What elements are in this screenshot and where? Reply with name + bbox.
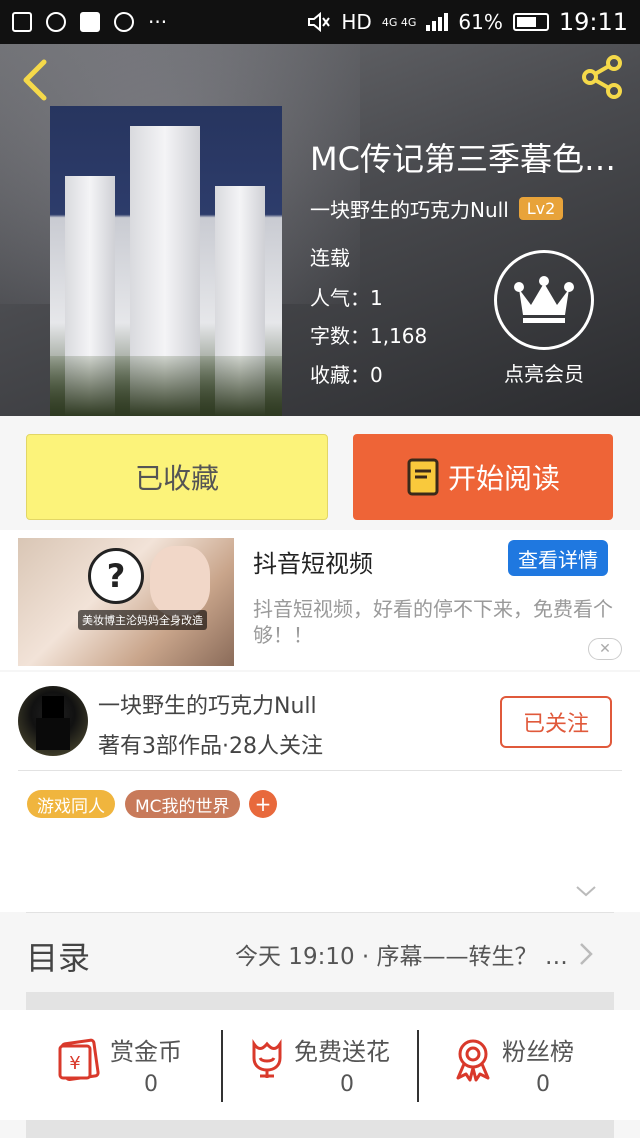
book-header: MC传记第三季暮色之… 一块野生的巧克力Null Lv2 连载 人气：1 字数：… xyxy=(0,44,640,416)
app-notification-icon xyxy=(80,12,100,32)
back-icon[interactable] xyxy=(18,58,54,102)
tag-game-fanfic[interactable]: 游戏同人 xyxy=(27,790,115,818)
more-notifications-icon: ··· xyxy=(148,10,168,34)
book-title: MC传记第三季暮色之… xyxy=(310,140,635,178)
word-count-row: 字数：1,168 xyxy=(310,324,428,348)
coin-envelope-icon: ¥ xyxy=(58,1038,100,1082)
flower-icon xyxy=(252,1039,282,1078)
clock: 19:11 xyxy=(558,8,628,36)
reward-coin-label: 赏金币 xyxy=(110,1038,182,1066)
tags-section: 游戏同人 MC我的世界 + xyxy=(0,772,640,912)
author-card[interactable]: 一块野生的巧克力Null 著有3部作品·28人关注 已关注 xyxy=(0,672,640,772)
collected-button[interactable]: 已收藏 xyxy=(26,434,328,520)
follow-button[interactable]: 已关注 xyxy=(500,696,612,748)
free-flower-count: 0 xyxy=(340,1072,354,1097)
ad-image[interactable]: ? 美妆博主沦妈妈全身改造 xyxy=(18,538,234,666)
status-bar: ··· HD 4G 4G 61% 19:11 xyxy=(0,0,640,44)
ad-detail-button[interactable]: 查看详情 xyxy=(508,540,608,576)
book-cover[interactable] xyxy=(50,106,282,416)
book-icon xyxy=(407,458,439,496)
vip-label: 点亮会员 xyxy=(504,362,584,386)
ad-description: 抖音短视频，好看的停不下来，免费看个够！！ xyxy=(253,597,613,647)
question-icon: ? xyxy=(88,548,144,604)
divider xyxy=(221,1030,223,1102)
share-icon[interactable] xyxy=(580,54,626,100)
free-flower-button[interactable]: 免费送花 0 xyxy=(244,1028,404,1108)
free-flower-label: 免费送花 xyxy=(294,1038,390,1066)
author-name: 一块野生的巧克力Null xyxy=(98,694,317,719)
level-badge: Lv2 xyxy=(518,197,564,220)
book-author[interactable]: 一块野生的巧克力Null xyxy=(310,194,509,223)
toc-label: 目录 xyxy=(26,939,91,977)
chevron-right-icon xyxy=(580,943,593,965)
globe-icon xyxy=(114,12,134,32)
table-of-contents-row[interactable]: 目录 今天 19:10 · 序幕——转生？ … xyxy=(0,913,640,991)
divider xyxy=(18,770,622,771)
network-type: 4G 4G xyxy=(381,15,417,29)
ad-close-icon[interactable]: ✕ xyxy=(588,638,622,660)
start-reading-button[interactable]: 开始阅读 xyxy=(353,434,613,520)
avatar[interactable] xyxy=(18,686,88,756)
image-notification-icon xyxy=(12,12,32,32)
fan-ranking-count: 0 xyxy=(536,1072,550,1097)
add-tag-button[interactable]: + xyxy=(249,790,277,818)
favorites-row: 收藏：0 xyxy=(310,363,383,387)
ad-image-caption: 美妆博主沦妈妈全身改造 xyxy=(78,610,207,630)
start-reading-label: 开始阅读 xyxy=(447,462,560,495)
author-stats: 著有3部作品·28人关注 xyxy=(98,734,323,759)
vip-button[interactable]: 点亮会员 xyxy=(492,250,596,387)
medal-icon xyxy=(456,1039,490,1082)
network-label: HD xyxy=(341,10,372,34)
tag-minecraft[interactable]: MC我的世界 xyxy=(125,790,240,818)
popularity-row: 人气：1 xyxy=(310,286,383,310)
ad-banner[interactable]: ? 美妆博主沦妈妈全身改造 抖音短视频 查看详情 抖音短视频，好看的停不下来，免… xyxy=(0,530,640,670)
fan-ranking-button[interactable]: 粉丝榜 0 xyxy=(450,1028,590,1108)
chevron-down-icon[interactable] xyxy=(575,880,597,902)
mute-icon xyxy=(308,12,331,32)
crown-icon xyxy=(514,276,574,323)
signal-icon xyxy=(426,13,449,31)
battery-icon xyxy=(512,13,549,31)
book-status: 连载 xyxy=(310,246,350,270)
reward-coin-count: 0 xyxy=(144,1072,158,1097)
battery-percent: 61% xyxy=(458,10,503,34)
reward-coin-button[interactable]: ¥ 赏金币 0 xyxy=(56,1028,196,1108)
fan-ranking-label: 粉丝榜 xyxy=(502,1038,574,1066)
divider xyxy=(417,1030,419,1102)
svg-text:¥: ¥ xyxy=(69,1053,80,1074)
message-notification-icon xyxy=(46,12,66,32)
latest-chapter: 今天 19:10 · 序幕——转生？ … xyxy=(235,944,568,970)
ad-title: 抖音短视频 xyxy=(253,550,373,578)
action-bar: ¥ 赏金币 0 免费送花 0 粉丝榜 0 xyxy=(0,1010,640,1120)
